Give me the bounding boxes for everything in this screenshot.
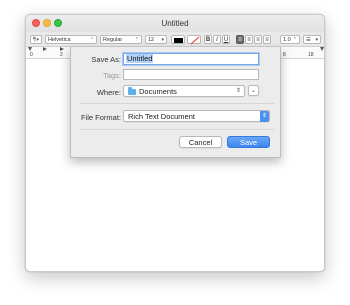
align-right-icon: ≡ — [256, 37, 260, 43]
ruler-label: 18 — [308, 52, 314, 58]
updown-icon: ⇕ — [235, 88, 241, 94]
paragraph-style-popup[interactable]: ¶ ▾ — [30, 35, 42, 44]
font-style-popup[interactable]: Regular ⌃ — [100, 35, 142, 44]
chevron-down-icon: ▾ — [36, 37, 39, 43]
align-right-button[interactable]: ≡ — [254, 35, 262, 44]
text-color-swatch — [173, 37, 183, 43]
align-justify-icon: ≡ — [265, 37, 269, 43]
right-indent-marker[interactable] — [320, 47, 324, 51]
font-style-value: Regular — [103, 37, 123, 43]
updown-icon: ⌃ — [134, 37, 139, 43]
font-family-popup[interactable]: Helvetica ⌃ — [45, 35, 97, 44]
updown-icon: ⇕ — [260, 111, 269, 122]
chevron-down-icon: ▾ — [161, 37, 164, 43]
zoom-window-button[interactable] — [54, 19, 62, 27]
format-toolbar: ¶ ▾ Helvetica ⌃ Regular ⌃ 12 ▾ B I U ≡ ≡… — [26, 32, 324, 47]
save-dialog: Save As: Untitled Tags: Where: Documents… — [70, 47, 281, 158]
where-value: Documents — [139, 87, 177, 96]
updown-icon: ⌃ — [292, 37, 297, 43]
save-as-value: Untitled — [126, 54, 154, 63]
divider — [79, 103, 274, 104]
window-title: Untitled — [161, 19, 189, 28]
text-color-well[interactable] — [171, 35, 185, 44]
align-left-button[interactable]: ≡ — [236, 35, 244, 44]
no-color-icon — [190, 36, 200, 45]
ruler-label: 8 — [283, 52, 286, 58]
close-window-button[interactable] — [32, 19, 40, 27]
font-family-value: Helvetica — [48, 37, 71, 43]
divider — [79, 129, 274, 130]
font-size-combo[interactable]: 12 ▾ — [145, 35, 167, 44]
align-center-button[interactable]: ≡ — [245, 35, 253, 44]
align-justify-button[interactable]: ≡ — [263, 35, 271, 44]
save-button[interactable]: Save — [227, 136, 270, 148]
chevron-down-icon: ⌄ — [250, 88, 257, 94]
tags-label: Tags: — [103, 71, 121, 80]
line-spacing-popup[interactable]: 1.0 ⌃ — [280, 35, 300, 44]
file-format-value: Rich Text Document — [128, 112, 195, 121]
line-spacing-value: 1.0 — [283, 37, 291, 43]
save-as-field[interactable]: Untitled — [123, 53, 259, 65]
updown-icon: ⌃ — [89, 37, 94, 43]
first-line-indent-marker[interactable] — [28, 47, 32, 51]
save-as-label: Save As: — [91, 55, 121, 64]
ruler-label: 2 — [60, 52, 63, 58]
title-bar[interactable]: Untitled — [26, 15, 324, 32]
align-left-icon: ≡ — [238, 37, 242, 43]
file-format-popup[interactable]: Rich Text Document ⇕ — [123, 110, 270, 122]
underline-button[interactable]: U — [222, 35, 230, 44]
font-size-value: 12 — [148, 37, 155, 43]
bold-button[interactable]: B — [204, 35, 212, 44]
background-color-well[interactable] — [187, 35, 201, 45]
where-label: Where: — [96, 88, 121, 97]
expand-dialog-button[interactable]: ⌄ — [248, 85, 259, 96]
tab-stop-marker[interactable] — [43, 47, 47, 51]
tags-field[interactable] — [123, 69, 259, 80]
tab-stop-marker[interactable] — [60, 47, 64, 51]
ruler-label: 0 — [30, 52, 33, 58]
list-bullets-popup[interactable]: ☰ ▾ — [303, 35, 321, 44]
minimize-window-button[interactable] — [43, 19, 51, 27]
where-popup[interactable]: Documents ⇕ — [123, 85, 245, 97]
italic-button[interactable]: I — [213, 35, 221, 44]
folder-icon — [128, 87, 136, 95]
chevron-down-icon: ▾ — [315, 37, 318, 43]
list-icon: ☰ — [306, 37, 311, 43]
align-center-icon: ≡ — [247, 37, 251, 43]
cancel-button[interactable]: Cancel — [179, 136, 222, 148]
file-format-label: File Format: — [80, 113, 121, 122]
